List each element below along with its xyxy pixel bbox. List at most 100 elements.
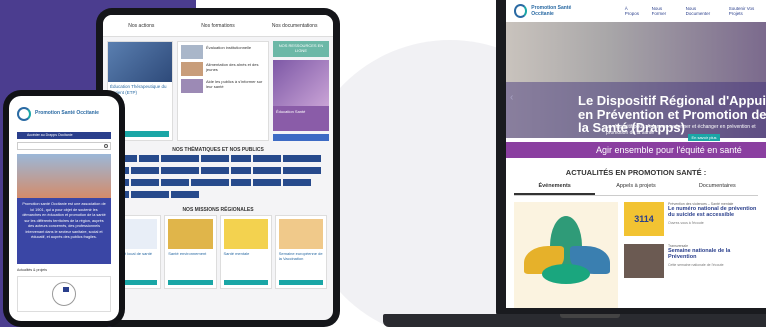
- list-item[interactable]: Aide les publics à s'informer sur leur s…: [181, 79, 265, 93]
- tablet-nav-item[interactable]: Nos documentations: [256, 15, 333, 36]
- theme-tag[interactable]: [231, 155, 251, 162]
- theme-tag[interactable]: [161, 167, 199, 174]
- news-thumb: [624, 244, 664, 278]
- theme-tag[interactable]: [201, 167, 229, 174]
- laptop-nav-item[interactable]: Nous Documenter: [686, 6, 719, 16]
- hero-subtitle: un dispositif pour s'informer, se former…: [606, 124, 756, 136]
- list-item-thumb: [181, 45, 203, 59]
- list-item-thumb: [181, 62, 203, 76]
- missions-title: NOS MISSIONS RÉGIONALES: [182, 207, 254, 213]
- laptop-logo-text[interactable]: Promotion Santé Occitanie: [531, 5, 590, 17]
- laptop-nav-item[interactable]: À Propos: [625, 6, 642, 16]
- news-title: Semaine nationale de la Prévention: [668, 248, 731, 261]
- list-item-text: Aide les publics à s'informer sur leur s…: [206, 79, 263, 90]
- tab-documentaries[interactable]: Documentaires: [677, 183, 758, 195]
- flag-icon: [63, 287, 69, 292]
- mission-image: [223, 219, 268, 249]
- theme-tag[interactable]: [253, 179, 281, 186]
- news-list: 3114 Prévention des violences – Santé me…: [618, 202, 758, 308]
- themes-tags: [103, 155, 333, 201]
- mission-button[interactable]: [168, 280, 213, 285]
- phone-device: Promotion Santé Occitanie Accéder au Dra…: [3, 90, 125, 327]
- laptop-header: Promotion Santé Occitanie À Propos Nous …: [506, 0, 766, 22]
- news-item[interactable]: Transversale Semaine nationale de la Pré…: [624, 244, 758, 278]
- theme-tag[interactable]: [139, 155, 159, 162]
- mission-title: Santé mentale: [223, 251, 250, 256]
- mission-title: Santé environnement: [168, 251, 207, 256]
- laptop-notch: [560, 314, 620, 318]
- theme-tag[interactable]: [283, 155, 321, 162]
- list-item[interactable]: Évaluation institutionnelle: [181, 45, 265, 59]
- phone-header: Promotion Santé Occitanie: [9, 96, 119, 132]
- tablet-nav-item[interactable]: Nos formations: [180, 15, 257, 36]
- globe-icon: [52, 282, 76, 306]
- laptop-nav-item[interactable]: Nous Former: [652, 6, 676, 16]
- hero-more-button[interactable]: En savoir plus: [688, 134, 720, 141]
- mission-title: Semaine européenne de la Vaccination: [278, 251, 323, 262]
- themes-title: NOS THÉMATIQUES ET NOS PUBLICS: [172, 147, 264, 153]
- search-input[interactable]: [17, 142, 111, 150]
- drapps-link[interactable]: Accéder au Drapps Occitanie: [17, 132, 111, 139]
- sticker-number: 3114: [634, 214, 654, 224]
- education-sante-card[interactable]: Éducation Santé: [273, 60, 329, 131]
- search-icon[interactable]: [104, 144, 108, 148]
- tablet-nav-item[interactable]: Nos actions: [103, 15, 180, 36]
- news-tabs: Événements Appels à projets Documentaire…: [514, 183, 758, 196]
- theme-tag[interactable]: [131, 167, 159, 174]
- theme-tag[interactable]: [161, 179, 189, 186]
- news-content: 3114 Prévention des violences – Santé me…: [514, 202, 758, 308]
- missions-grid: Contrat local de santé Santé environneme…: [103, 215, 333, 289]
- resources-column: NOS RESSOURCES EN LIGNE Éducation Santé: [273, 41, 329, 141]
- news-excerpt: Ouvrez-vous à l'écoute: [668, 220, 704, 225]
- mission-card[interactable]: Santé environnement: [164, 215, 217, 289]
- phone-news-card[interactable]: [17, 276, 111, 312]
- tablet-nav: Nos actions Nos formations Nos documenta…: [103, 15, 333, 37]
- theme-tag[interactable]: [231, 167, 251, 174]
- equity-banner: Agir ensemble pour l'équité en santé: [506, 142, 766, 158]
- laptop-nav-item[interactable]: Soutenir Vos Projets: [729, 6, 766, 16]
- theme-tag[interactable]: [253, 155, 281, 162]
- mission-button[interactable]: [223, 280, 268, 285]
- theme-tag[interactable]: [231, 179, 251, 186]
- list-item-thumb: [181, 79, 203, 93]
- education-sante-image: [273, 60, 329, 106]
- list-item[interactable]: Alimentation des aînés et des jeunes: [181, 62, 265, 76]
- news-section-title: ACTUALITÉS EN PROMOTION SANTÉ :: [565, 168, 707, 177]
- logo-icon: [17, 107, 31, 121]
- hero-carousel: ‹ Le Dispositif Régional d'Appui en Prév…: [506, 22, 766, 141]
- resources-button[interactable]: [273, 134, 329, 141]
- phone-intro-text: Promotion santé Occitanie est une associ…: [17, 198, 111, 264]
- tab-calls-for-projects[interactable]: Appels à projets: [595, 183, 676, 195]
- tablet-cards: Éducation Thérapeutique du Patient (ETP)…: [103, 37, 333, 141]
- tablet-screen: Nos actions Nos formations Nos documenta…: [103, 15, 333, 320]
- laptop-screen: Promotion Santé Occitanie À Propos Nous …: [506, 0, 766, 308]
- theme-tag[interactable]: [131, 191, 169, 198]
- featured-image: [514, 202, 618, 308]
- mission-image: [278, 219, 323, 249]
- phone-hero-image: [17, 154, 111, 198]
- theme-tag[interactable]: [201, 155, 229, 162]
- mission-button[interactable]: [278, 280, 323, 285]
- news-item[interactable]: 3114 Prévention des violences – Santé me…: [624, 202, 758, 236]
- tablet-device: Nos actions Nos formations Nos documenta…: [96, 8, 340, 327]
- news-list: Évaluation institutionnelle Alimentation…: [177, 41, 269, 141]
- phone-logo-text[interactable]: Promotion Santé Occitanie: [35, 111, 99, 117]
- tab-events[interactable]: Événements: [514, 183, 596, 195]
- news-title: Le numéro national de prévention du suic…: [668, 206, 757, 219]
- mission-card[interactable]: Santé mentale: [219, 215, 272, 289]
- news-excerpt: Cette semaine nationale de l'écoute: [668, 262, 724, 267]
- theme-tag[interactable]: [171, 191, 199, 198]
- resources-banner[interactable]: NOS RESSOURCES EN LIGNE: [273, 41, 329, 57]
- theme-tag[interactable]: [191, 179, 229, 186]
- theme-tag[interactable]: [161, 155, 199, 162]
- education-sante-label: Éducation Santé: [276, 109, 306, 114]
- phone-section-label: Actualités & projets: [17, 268, 47, 272]
- hero-card-image: [108, 42, 172, 82]
- theme-tag[interactable]: [283, 167, 321, 174]
- theme-tag[interactable]: [131, 179, 159, 186]
- theme-tag[interactable]: [253, 167, 281, 174]
- mission-image: [168, 219, 213, 249]
- mission-card[interactable]: Semaine européenne de la Vaccination: [274, 215, 327, 289]
- theme-tag[interactable]: [283, 179, 311, 186]
- logo-icon: [514, 4, 528, 18]
